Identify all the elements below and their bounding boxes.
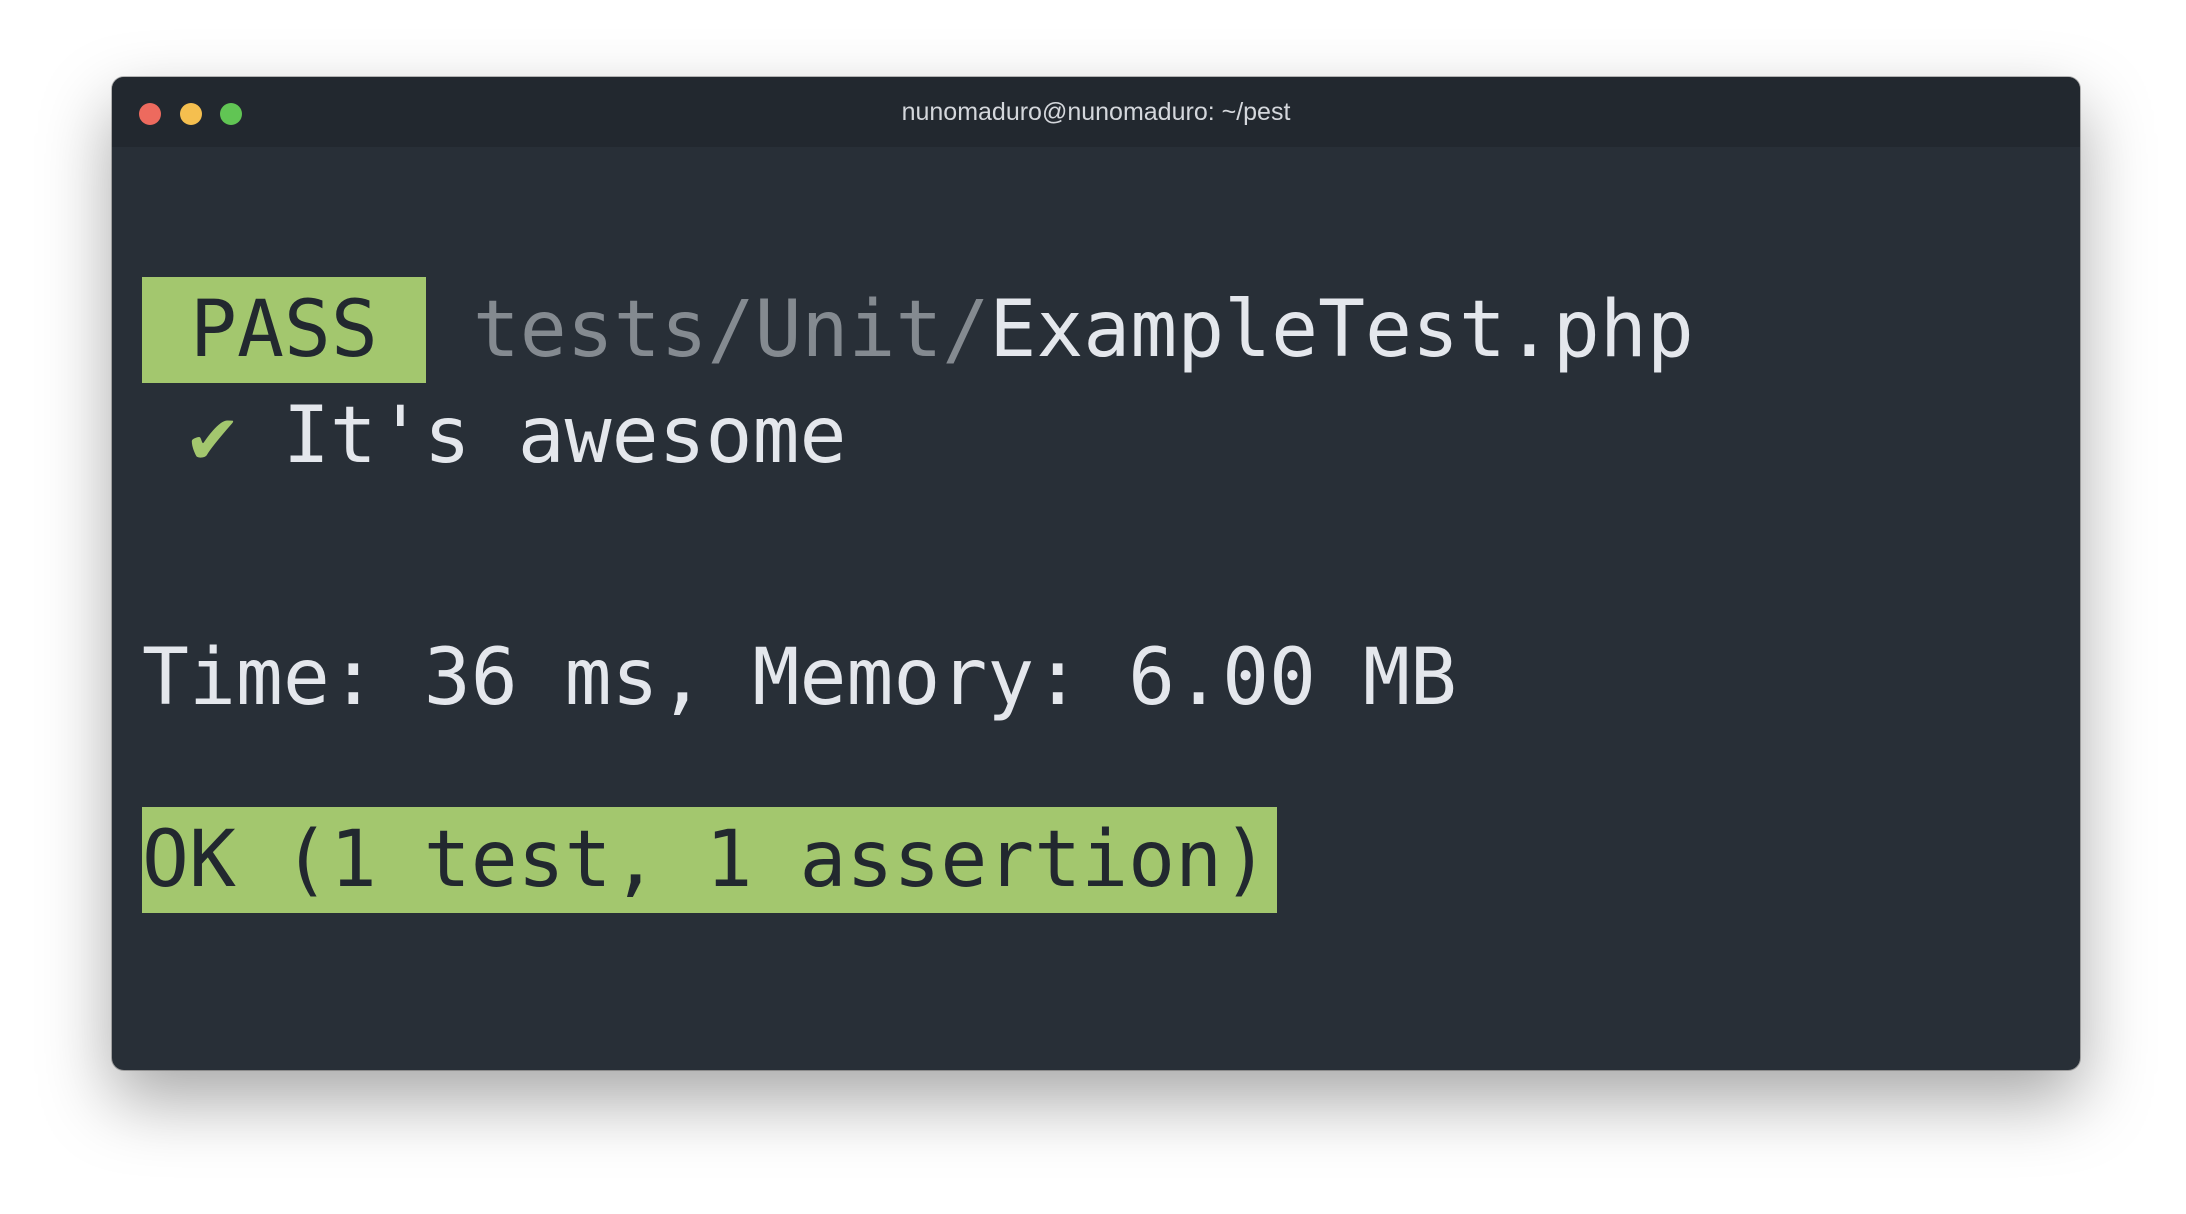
terminal-window: nunomaduro@nunomaduro: ~/pest PASS tests… — [112, 77, 2080, 1070]
pass-badge: PASS — [142, 277, 426, 383]
test-case-name: It's awesome — [282, 391, 847, 481]
test-path-file: ExampleTest.php — [989, 285, 1694, 375]
test-case-line: ✔ It's awesome — [142, 383, 846, 489]
test-file-line: PASS tests/Unit/ExampleTest.php — [142, 277, 1694, 383]
ok-result-badge: OK (1 test, 1 assertion) — [142, 807, 1278, 913]
test-path-directory: tests/Unit/ — [472, 285, 990, 375]
window-title: nunomaduro@nunomaduro: ~/pest — [901, 98, 1291, 126]
result-line: OK (1 test, 1 assertion) — [142, 807, 1278, 913]
title-bar: nunomaduro@nunomaduro: ~/pest — [112, 77, 2080, 147]
check-icon: ✔ — [188, 391, 236, 481]
time-memory-summary: Time: 36 ms, Memory: 6.00 MB — [142, 633, 1457, 723]
